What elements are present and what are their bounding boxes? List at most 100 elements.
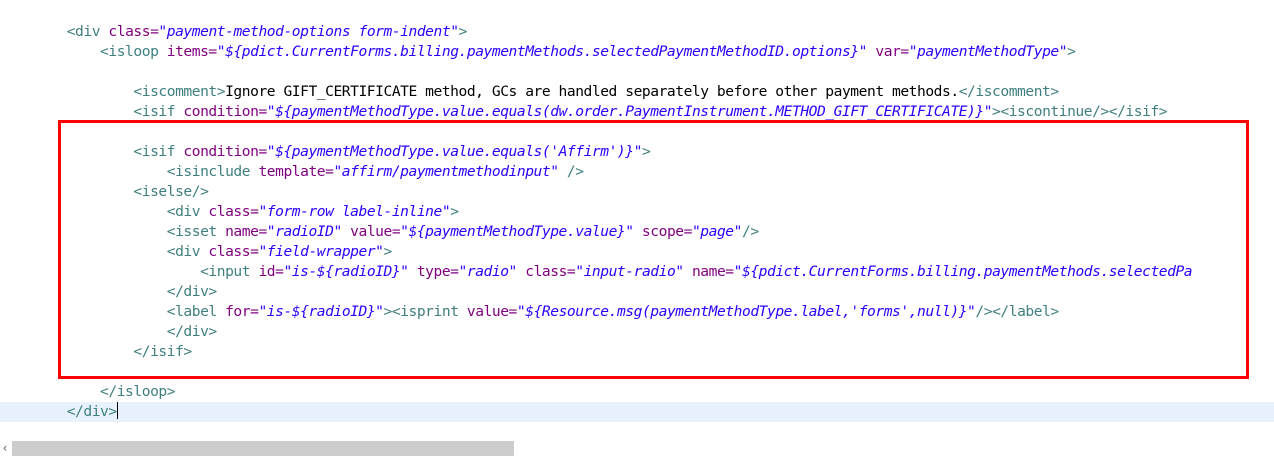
code-token: > [641,143,651,160]
code-token: "is-${radioID}" [258,303,384,320]
code-token: > [1067,43,1076,60]
code-token: "${paymentMethodType.value}" [400,223,634,240]
code-line[interactable]: <iselse/> [0,182,1274,202]
code-token: var= [867,43,909,60]
code-token: </isif> [133,343,192,360]
code-line[interactable]: <label for="is-${radioID}"><isprint valu… [0,302,1274,322]
code-token: </iscomment> [958,83,1059,100]
code-area[interactable]: <div class="payment-method-options form-… [0,22,1274,422]
code-line[interactable]: <div class="form-row label-inline"> [0,202,1274,222]
code-line[interactable] [0,62,1274,82]
code-token: "${pdict.CurrentForms.billing.paymentMet… [216,43,868,60]
code-token: scope= [633,223,692,240]
code-token: <isinclude [166,163,259,180]
code-line[interactable]: <isif condition="${paymentMethodType.val… [0,102,1274,122]
code-token: "page" [691,223,742,240]
code-token: ><isprint [383,303,467,320]
scroll-left-icon[interactable]: ‹ [0,440,10,456]
code-token: "is-${radioID}" [283,263,409,280]
code-token: > [450,203,459,220]
code-token: class= [208,203,259,220]
code-line[interactable]: <isset name="radioID" value="${paymentMe… [0,222,1274,242]
code-token: <isif [133,103,184,120]
code-token: "${Resource.msg(paymentMethodType.label,… [516,303,976,320]
code-line[interactable]: <isloop items="${pdict.CurrentForms.bill… [0,42,1274,62]
code-token: </isloop> [100,383,176,400]
code-token: class= [208,243,259,260]
code-token: value= [341,223,401,240]
code-token: "${pdict.CurrentForms.billing.paymentMet… [733,263,1193,280]
code-token: class= [516,263,576,280]
code-token: </div> [166,323,217,340]
code-token: <iselse/> [133,183,209,200]
code-token: <isif [133,143,184,160]
code-token: "field-wrapper" [258,243,384,260]
code-token: type= [408,263,459,280]
code-token: "form-row label-inline" [258,203,451,220]
code-line[interactable]: <div class="field-wrapper"> [0,242,1274,262]
code-line[interactable]: <div class="payment-method-options form-… [0,22,1274,42]
code-token: class= [108,23,159,40]
code-token: "${paymentMethodType.value.equals('Affir… [266,143,643,160]
code-token: "radio" [458,263,518,280]
code-line[interactable]: <iscomment>Ignore GIFT_CERTIFICATE metho… [0,82,1274,102]
code-token: /> [741,223,759,240]
code-token: condition= [183,143,267,160]
code-line[interactable]: <isinclude template="affirm/paymentmetho… [0,162,1274,182]
code-token: <isset [166,223,226,240]
code-token: <div [66,23,109,40]
code-token: "payment-method-options form-indent" [158,23,459,40]
code-line[interactable]: </div> [0,282,1274,302]
code-token: <isloop [100,43,167,60]
code-token: /></label> [975,303,1059,320]
code-token: /> [558,163,584,180]
code-token: <div [166,243,209,260]
horizontal-scrollbar[interactable]: ‹ [0,440,1274,456]
code-line[interactable]: </isloop> [0,382,1274,402]
code-token: <div [166,203,209,220]
code-token: "${paymentMethodType.value.equals(dw.ord… [266,103,993,120]
code-token: items= [166,43,217,60]
code-line[interactable] [0,362,1274,382]
code-token: > [383,243,393,260]
code-token: name= [225,223,267,240]
scrollbar-thumb[interactable] [12,441,514,456]
code-token: <label [166,303,226,320]
code-line[interactable]: </isif> [0,342,1274,362]
code-line[interactable] [0,122,1274,142]
code-token: for= [225,303,259,320]
code-line[interactable]: <isif condition="${paymentMethodType.val… [0,142,1274,162]
code-editor[interactable]: <div class="payment-method-options form-… [0,0,1274,456]
code-token: template= [258,163,334,180]
code-token: "input-radio" [575,263,684,280]
code-token: id= [258,263,284,280]
code-token: ><iscontinue/></isif> [992,103,1168,120]
code-token: > [458,23,468,40]
code-token: condition= [183,103,267,120]
code-token: "radioID" [266,223,342,240]
code-token: "paymentMethodType" [908,43,1068,60]
code-line[interactable]: </div> [0,402,1274,422]
code-line[interactable]: <input id="is-${radioID}" type="radio" c… [0,262,1274,282]
code-line[interactable]: </div> [0,322,1274,342]
code-token: </div> [166,283,217,300]
code-token: </div> [66,403,117,420]
code-token: name= [683,263,734,280]
code-token: value= [466,303,517,320]
